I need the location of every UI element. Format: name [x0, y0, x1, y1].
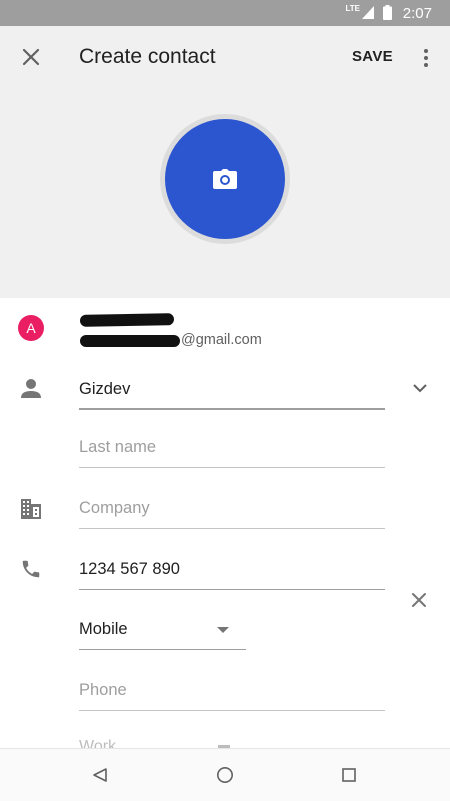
nav-recents-icon[interactable] — [342, 768, 356, 782]
header: Create contact SAVE — [0, 26, 450, 298]
phone-type-underline — [79, 649, 246, 650]
camera-icon — [213, 169, 237, 189]
account-row[interactable]: A @gmail.com — [0, 298, 450, 362]
business-icon — [21, 499, 41, 519]
company-placeholder: Company — [79, 499, 150, 517]
clock: 2:07 — [402, 5, 432, 22]
close-icon[interactable] — [410, 591, 428, 609]
nav-back-icon[interactable] — [92, 767, 108, 783]
network-type: LTE — [345, 4, 360, 13]
dropdown-arrow-icon — [217, 627, 229, 633]
company-underline — [79, 528, 385, 529]
avatar: A — [18, 315, 44, 341]
person-icon — [21, 379, 41, 398]
phone-underline — [79, 589, 385, 590]
company-field[interactable]: Company — [79, 491, 385, 527]
nav-home-icon[interactable] — [216, 766, 234, 784]
phone2-underline — [79, 710, 385, 711]
save-button[interactable]: SAVE — [352, 48, 393, 65]
phone-type-dropdown[interactable]: Mobile — [79, 612, 246, 650]
email-suffix: @gmail.com — [181, 332, 262, 348]
battery-icon — [383, 5, 392, 20]
phone2-type-label[interactable]: Work — [79, 738, 116, 748]
phone-icon — [22, 560, 40, 578]
redacted-email-user — [80, 335, 180, 347]
phone-field[interactable]: 1234 567 890 — [79, 552, 385, 588]
phone2-placeholder: Phone — [79, 681, 127, 699]
last-name-field[interactable]: Last name — [79, 430, 385, 466]
signal-icon — [362, 6, 374, 19]
last-name-placeholder: Last name — [79, 438, 157, 456]
first-name-underline — [79, 408, 385, 410]
phone-value: 1234 567 890 — [79, 560, 180, 578]
phone2-field[interactable]: Phone — [79, 673, 385, 709]
last-name-underline — [79, 467, 385, 468]
close-icon[interactable] — [20, 46, 42, 68]
first-name-field[interactable]: Gizdev — [79, 372, 385, 408]
redacted-account-name — [79, 313, 175, 327]
chevron-down-icon[interactable] — [410, 381, 430, 395]
first-name-value: Gizdev — [79, 380, 131, 398]
status-bar: LTE 2:07 — [0, 0, 450, 26]
more-vert-icon[interactable] — [418, 46, 434, 70]
phone-type-label: Mobile — [79, 620, 128, 638]
page-title: Create contact — [79, 45, 216, 68]
add-photo-button[interactable] — [165, 119, 285, 239]
system-nav-bar — [0, 748, 450, 801]
